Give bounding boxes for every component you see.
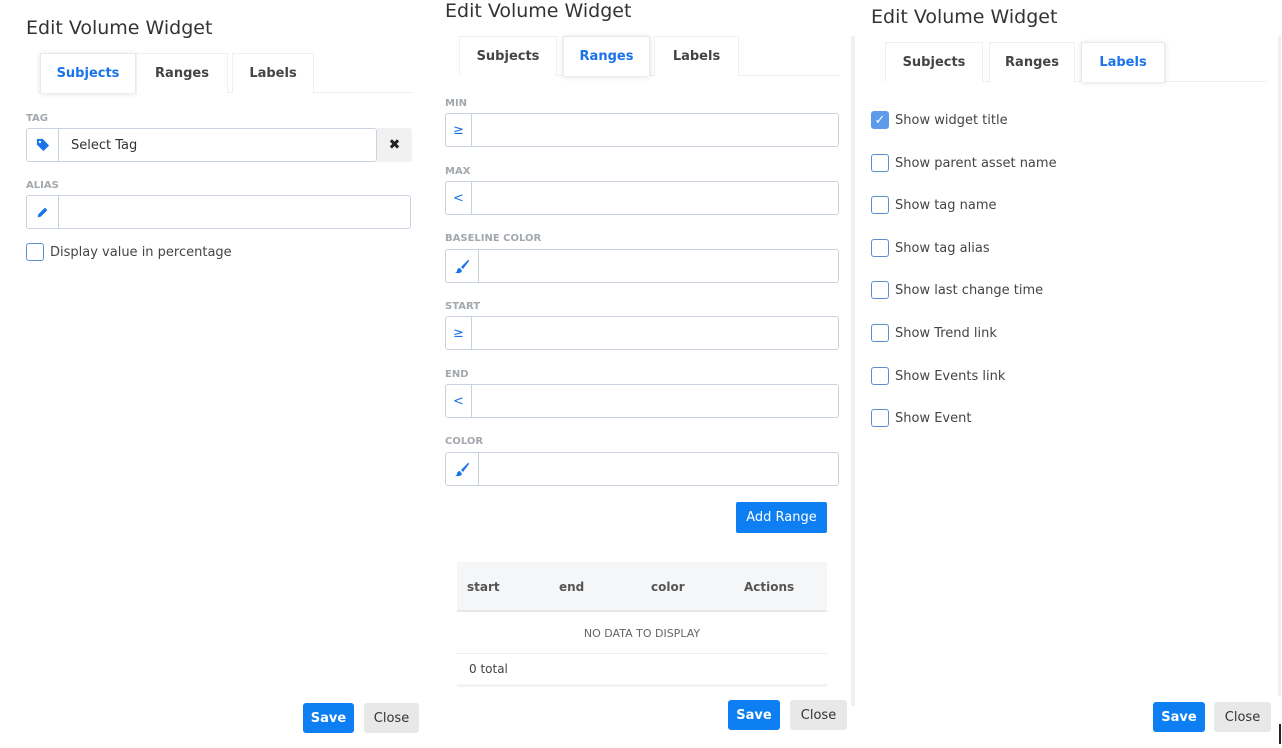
baseline-color-label: BASELINE COLOR: [445, 233, 542, 244]
divider: [851, 36, 855, 706]
min-input[interactable]: ≥: [445, 113, 839, 147]
dialog-title: Edit Volume Widget: [445, 0, 632, 22]
checkbox-row-show-last-change-time[interactable]: Show last change time: [871, 281, 1043, 299]
lt-icon: <: [446, 182, 472, 214]
gte-icon: ≥: [446, 317, 472, 349]
checkbox-row-show-event[interactable]: Show Event: [871, 409, 971, 427]
text-cursor: [1279, 724, 1281, 744]
clear-tag-button[interactable]: ✖: [377, 128, 412, 162]
checkbox-label: Show tag name: [895, 197, 997, 213]
panel-subjects: Edit Volume Widget Subjects Ranges Label…: [0, 0, 428, 748]
color-input[interactable]: [445, 452, 839, 486]
max-label: MAX: [445, 166, 471, 177]
table-header: start end color Actions: [457, 562, 827, 612]
tab-labels[interactable]: Labels: [1081, 42, 1165, 82]
show-events-link-checkbox[interactable]: [871, 367, 889, 385]
close-button[interactable]: Close: [1214, 702, 1271, 732]
empty-table-message: NO DATA TO DISPLAY: [457, 614, 827, 654]
gte-icon: ≥: [446, 114, 472, 146]
column-header-actions: Actions: [744, 580, 795, 594]
show-tag-name-checkbox[interactable]: [871, 196, 889, 214]
tag-select[interactable]: Select Tag: [26, 128, 377, 162]
baseline-color-input[interactable]: [445, 249, 839, 283]
percentage-checkbox-row[interactable]: Display value in percentage: [26, 243, 232, 261]
tag-icon: [27, 129, 59, 161]
checkbox-label: Show parent asset name: [895, 155, 1057, 171]
close-button[interactable]: Close: [790, 700, 847, 730]
max-input[interactable]: <: [445, 181, 839, 215]
panel-labels: Edit Volume Widget Subjects Ranges Label…: [856, 0, 1282, 748]
checkbox-row-show-parent-asset-name[interactable]: Show parent asset name: [871, 154, 1057, 172]
tab-ranges[interactable]: Ranges: [136, 53, 228, 93]
add-range-button[interactable]: Add Range: [736, 502, 827, 533]
alias-input[interactable]: [26, 195, 411, 229]
tab-bar: Subjects Ranges Labels: [459, 36, 839, 76]
checkbox-label: Show Events link: [895, 368, 1006, 384]
percentage-checkbox[interactable]: [26, 243, 44, 261]
save-button[interactable]: Save: [1153, 702, 1205, 732]
save-button[interactable]: Save: [303, 703, 354, 733]
percentage-checkbox-label: Display value in percentage: [50, 244, 232, 260]
checkbox-row-show-events-link[interactable]: Show Events link: [871, 367, 1005, 385]
tag-label: TAG: [26, 113, 48, 124]
save-button[interactable]: Save: [728, 700, 780, 730]
show-trend-link-checkbox[interactable]: [871, 324, 889, 342]
checkbox-label: Show widget title: [895, 112, 1008, 128]
checkbox-label: Show tag alias: [895, 240, 990, 256]
table-total: 0 total: [469, 662, 508, 676]
panel-ranges: Edit Volume Widget Subjects Ranges Label…: [428, 0, 856, 748]
column-header-start[interactable]: start: [467, 562, 500, 612]
end-input[interactable]: <: [445, 384, 839, 418]
checkbox-label: Show last change time: [895, 282, 1044, 298]
close-button[interactable]: Close: [364, 703, 419, 733]
column-header-end[interactable]: end: [559, 562, 584, 612]
show-event-checkbox[interactable]: [871, 409, 889, 427]
start-input[interactable]: ≥: [445, 316, 839, 350]
tab-subjects[interactable]: Subjects: [40, 53, 136, 93]
dialog-title: Edit Volume Widget: [871, 6, 1058, 28]
tag-select-placeholder: Select Tag: [71, 137, 138, 153]
tab-ranges[interactable]: Ranges: [989, 42, 1075, 82]
brush-icon: [446, 453, 479, 485]
close-icon: ✖: [388, 137, 401, 153]
show-widget-title-checkbox[interactable]: ✓: [871, 111, 889, 129]
end-label: END: [445, 369, 469, 380]
column-header-color[interactable]: color: [651, 562, 685, 612]
color-label: COLOR: [445, 436, 484, 447]
divider: [1278, 36, 1281, 696]
start-label: START: [445, 301, 481, 312]
checkbox-row-show-tag-name[interactable]: Show tag name: [871, 196, 997, 214]
tab-bar: Subjects Ranges Labels: [38, 53, 413, 93]
table-scrollbar[interactable]: [457, 684, 827, 687]
check-icon: ✓: [874, 112, 886, 128]
tab-subjects[interactable]: Subjects: [459, 36, 557, 76]
min-label: MIN: [445, 98, 468, 109]
brush-icon: [446, 250, 479, 282]
tab-labels[interactable]: Labels: [232, 53, 314, 93]
checkbox-label: Show Event: [895, 410, 972, 426]
checkbox-row-show-trend-link[interactable]: Show Trend link: [871, 324, 997, 342]
tab-labels[interactable]: Labels: [654, 36, 739, 76]
checkbox-label: Show Trend link: [895, 325, 997, 341]
tab-subjects[interactable]: Subjects: [885, 42, 983, 82]
checkbox-row-show-tag-alias[interactable]: Show tag alias: [871, 239, 990, 257]
pencil-icon: [27, 196, 59, 228]
show-parent-asset-name-checkbox[interactable]: [871, 154, 889, 172]
tab-bar: Subjects Ranges Labels: [885, 42, 1266, 82]
lt-icon: <: [446, 385, 472, 417]
show-tag-alias-checkbox[interactable]: [871, 239, 889, 257]
tab-ranges[interactable]: Ranges: [563, 36, 650, 76]
checkbox-row-show-widget-title[interactable]: ✓ Show widget title: [871, 111, 1008, 129]
alias-label: ALIAS: [26, 180, 59, 191]
show-last-change-time-checkbox[interactable]: [871, 281, 889, 299]
dialog-title: Edit Volume Widget: [26, 17, 213, 39]
